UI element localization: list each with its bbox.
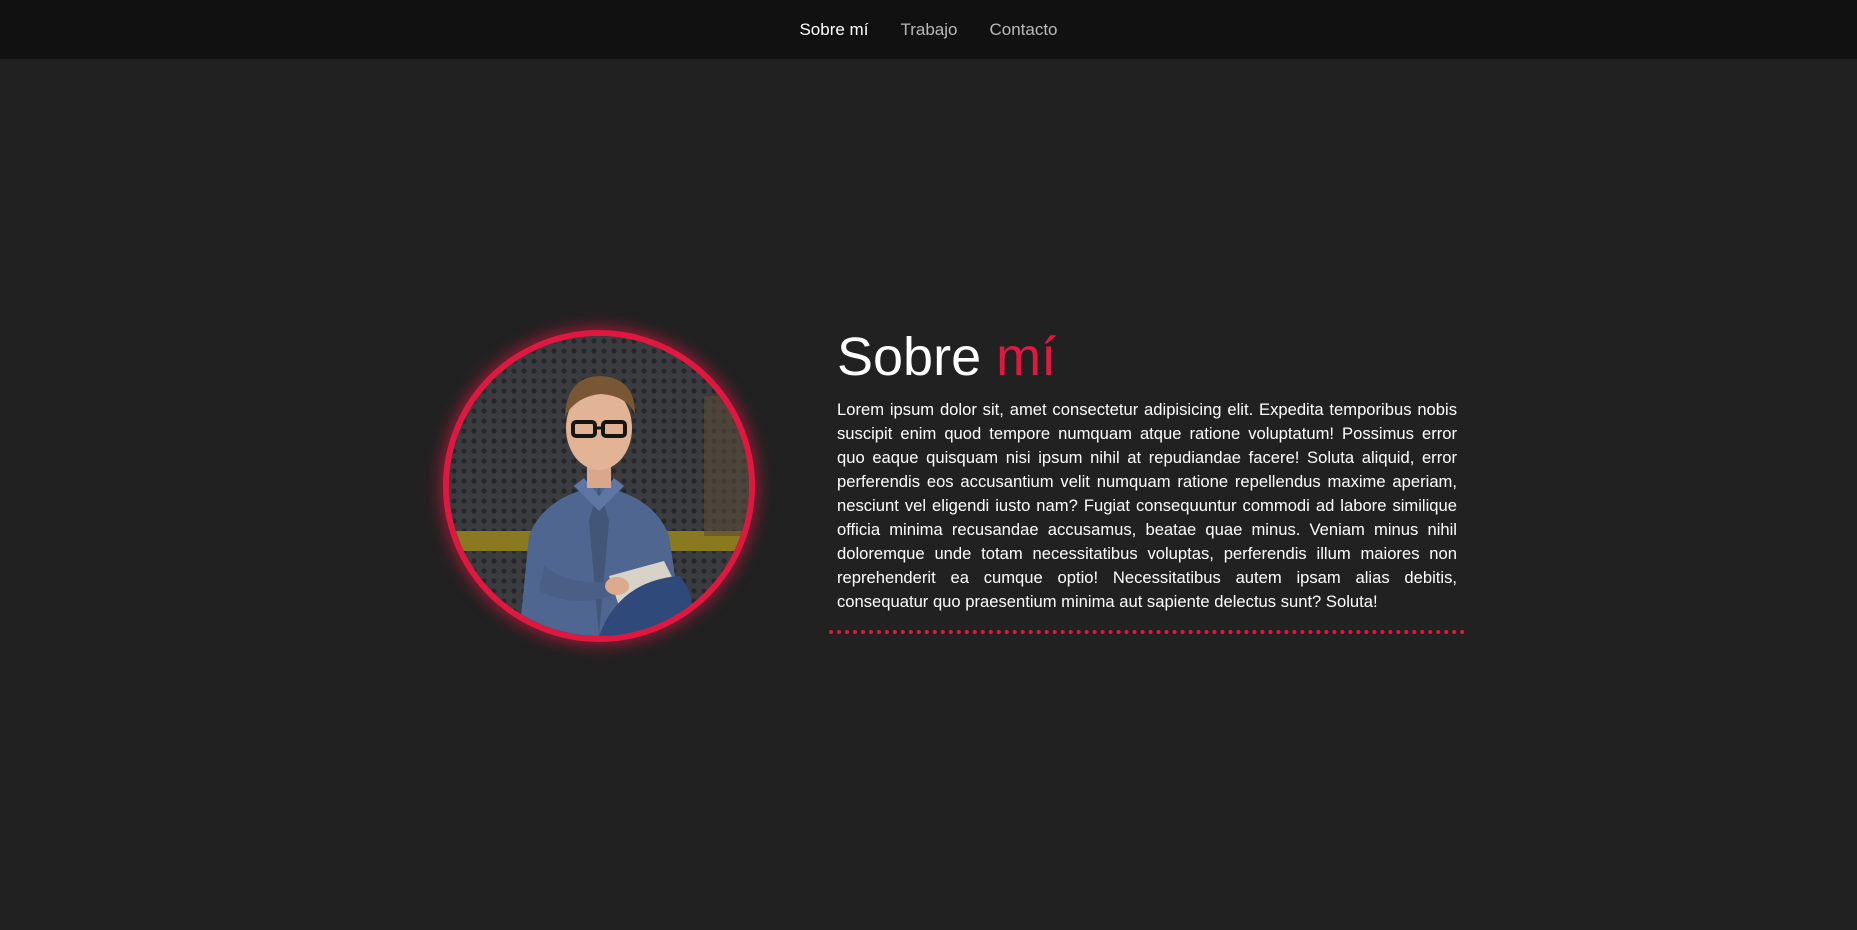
title-main: Sobre (837, 327, 982, 387)
page-title: Sobre mí (837, 320, 1457, 394)
about-paragraph: Lorem ipsum dolor sit, amet consectetur … (837, 400, 1457, 611)
nav-link-contacto[interactable]: Contacto (989, 20, 1057, 40)
about-section: Sobre mí Lorem ipsum dolor sit, amet con… (837, 320, 1457, 614)
title-accent: mí (996, 327, 1057, 387)
dotted-divider (829, 630, 1465, 634)
nav-link-sobre-mi[interactable]: Sobre mí (799, 20, 868, 40)
profile-photo-illustration (449, 336, 749, 636)
nav-link-trabajo[interactable]: Trabajo (900, 20, 957, 40)
top-navbar: Sobre mí Trabajo Contacto (0, 0, 1857, 59)
profile-photo (443, 330, 755, 642)
